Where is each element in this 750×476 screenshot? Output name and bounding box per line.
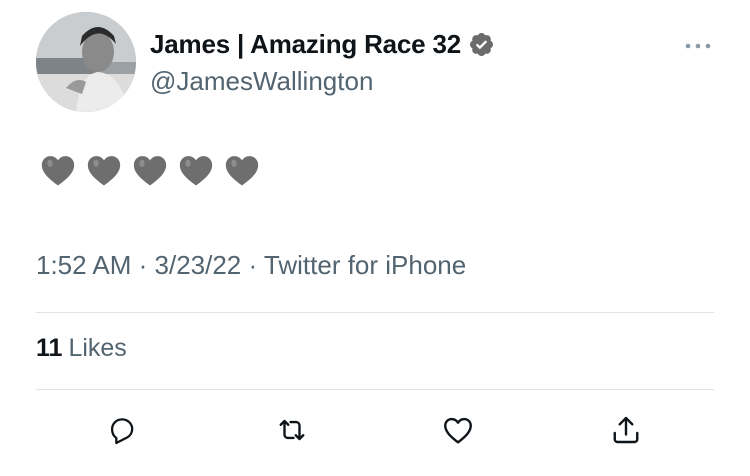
likes-label: Likes — [68, 334, 127, 362]
grey-heart-icon — [179, 156, 213, 186]
tweet-text: 🩶🩶🩶🩶🩶 — [38, 150, 262, 190]
tweet-detail: James | Amazing Race 32 @JamesWallington… — [0, 0, 750, 476]
avatar[interactable] — [36, 12, 136, 112]
divider — [36, 312, 714, 313]
name-row: James | Amazing Race 32 — [150, 24, 495, 64]
tweet-meta: 1:52 AM · 3/23/22 · Twitter for iPhone — [36, 250, 466, 281]
grey-heart-icon — [225, 156, 259, 186]
meta-separator: · — [241, 250, 264, 280]
retweet-icon — [279, 419, 305, 441]
tweet-actions — [0, 408, 750, 458]
reply-icon — [110, 418, 134, 445]
reply-button[interactable] — [100, 408, 144, 452]
like-button[interactable] — [436, 408, 480, 452]
tweet-header: James | Amazing Race 32 @JamesWallington — [150, 24, 495, 97]
meta-separator: · — [131, 250, 155, 280]
tweet-source[interactable]: Twitter for iPhone — [264, 250, 466, 280]
grey-heart-icon — [41, 156, 75, 186]
share-icon — [613, 416, 639, 444]
verified-badge-icon — [468, 31, 495, 58]
grey-heart-icon — [133, 156, 167, 186]
retweet-button[interactable] — [270, 408, 314, 452]
likes-link[interactable]: 11 Likes — [36, 334, 127, 363]
user-handle[interactable]: @JamesWallington — [150, 66, 495, 97]
grey-hearts — [38, 150, 262, 190]
display-name[interactable]: James | Amazing Race 32 — [150, 29, 461, 60]
tweet-date[interactable]: 3/23/22 — [155, 250, 242, 280]
divider — [36, 389, 714, 390]
heart-outline-icon — [444, 417, 472, 444]
tweet-time[interactable]: 1:52 AM — [36, 250, 131, 280]
likes-count: 11 — [36, 334, 63, 362]
more-options-icon[interactable] — [684, 38, 712, 49]
share-button[interactable] — [604, 408, 648, 452]
grey-heart-icon — [87, 156, 121, 186]
avatar-photo — [36, 12, 136, 112]
